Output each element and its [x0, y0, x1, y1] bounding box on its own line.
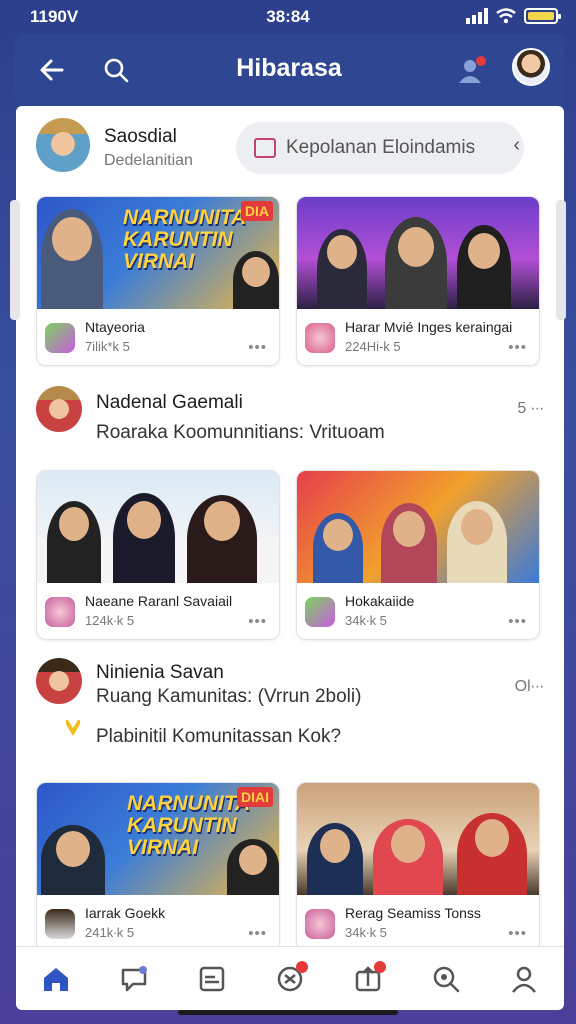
post-avatar[interactable]: [36, 658, 82, 704]
community-search-pill[interactable]: Kepolanan Eloindamis ‹: [236, 122, 524, 174]
card-banner-text: NARNUNITA KARUNTIN VIRNAI: [123, 206, 247, 273]
signal-icon: [466, 8, 488, 24]
feed-post[interactable]: Ninienia Savan Ruang Kamunitas: (Vrrun 2…: [16, 646, 564, 756]
header-avatar[interactable]: [512, 48, 550, 86]
community-icon: [305, 909, 335, 939]
card-stats: 224Hi-k 5: [345, 339, 401, 354]
profile-row: Saosdial Dedelanitian Kepolanan Eloindam…: [16, 106, 564, 186]
profile-subtitle: Dedelanitian: [104, 152, 193, 169]
notification-dot: [476, 56, 486, 66]
app-header: Hibarasa: [14, 34, 564, 106]
chat-icon: [121, 966, 147, 992]
post-more-button[interactable]: Ol∙∙∙: [515, 678, 544, 696]
card-title: Harar Mvié Inges keraingai: [345, 319, 513, 335]
community-card[interactable]: Rerag Seamiss Tonss 34k∙k 5 •••: [296, 782, 540, 946]
post-text-secondary: Plabinitil Komunitassan Kok?: [96, 726, 342, 747]
community-icon: [45, 597, 75, 627]
nav-share[interactable]: [348, 959, 388, 999]
community-card[interactable]: Hokakaiide 34k∙k 5 •••: [296, 470, 540, 640]
chevron-left-icon[interactable]: ‹: [513, 134, 520, 157]
post-avatar[interactable]: [36, 386, 82, 432]
card-stats: 34k∙k 5: [345, 613, 387, 628]
nav-chat[interactable]: [114, 959, 154, 999]
card-stats: 241k∙k 5: [85, 925, 135, 940]
community-card[interactable]: Harar Mvié Inges keraingai 224Hi-k 5 •••: [296, 196, 540, 366]
more-options-icon[interactable]: •••: [248, 339, 267, 356]
post-text: Ruang Kamunitas: (Vrrun 2boli): [96, 686, 362, 707]
card-title: Iarrak Goekk: [85, 905, 166, 921]
home-icon: [44, 968, 68, 991]
profile-name[interactable]: Saosdial: [104, 126, 177, 148]
document-icon: [254, 138, 276, 158]
more-options-icon[interactable]: •••: [248, 925, 267, 942]
card-stats: 124k∙k 5: [85, 613, 135, 628]
more-options-icon[interactable]: •••: [508, 613, 527, 630]
nav-profile[interactable]: [504, 959, 544, 999]
community-icon: [45, 909, 75, 939]
card-tag: DIAI: [237, 787, 273, 807]
card-title: Rerag Seamiss Tonss: [345, 905, 481, 921]
community-card[interactable]: NARNUNITA KARUNTIN VIRNAI DIAI Iarrak Go…: [36, 782, 280, 946]
notification-badge: [374, 961, 386, 973]
heart-icon: [65, 720, 81, 742]
card-stats: 34k∙k 5: [345, 925, 387, 940]
post-text: Roaraka Koomunnitians: Vrituoam: [96, 422, 385, 443]
community-icon: [305, 323, 335, 353]
status-icons: [466, 8, 561, 24]
community-icon: [305, 597, 335, 627]
community-icon: [45, 323, 75, 353]
community-card[interactable]: Naeane Raranl Savaiail 124k∙k 5 •••: [36, 470, 280, 640]
post-author[interactable]: Ninienia Savan: [96, 662, 224, 684]
profile-avatar[interactable]: [36, 118, 90, 172]
home-indicator: [178, 1010, 398, 1015]
nav-media[interactable]: [192, 959, 232, 999]
media-icon: [199, 966, 225, 992]
status-bar: 1190V 38:84: [0, 0, 576, 34]
more-options-icon[interactable]: •••: [508, 925, 527, 942]
card-thumbnail: NARNUNITA KARUNTIN VIRNAI DIA: [37, 197, 279, 309]
card-title: Naeane Raranl Savaiail: [85, 593, 233, 609]
profile-icon: [512, 966, 536, 993]
battery-icon: [524, 8, 561, 24]
card-thumbnail: [297, 197, 539, 309]
nav-explore[interactable]: [426, 959, 466, 999]
community-search-text: Kepolanan Eloindamis: [286, 137, 476, 158]
feed-post[interactable]: Nadenal Gaemali Roaraka Koomunnitians: V…: [16, 376, 564, 456]
wifi-icon: [496, 8, 516, 24]
friends-button[interactable]: [450, 50, 490, 90]
notification-badge: [296, 961, 308, 973]
card-thumbnail: NARNUNITA KARUNTIN VIRNAI DIAI: [37, 783, 279, 895]
feed-container: Saosdial Dedelanitian Kepolanan Eloindam…: [16, 106, 564, 946]
card-stats: 7ilik*k 5: [85, 339, 130, 354]
post-more-button[interactable]: 5 ∙∙∙: [517, 400, 544, 418]
side-peek-left: [10, 200, 20, 320]
side-peek-right: [556, 200, 566, 320]
card-thumbnail: [297, 471, 539, 583]
card-title: Ntayeoria: [85, 319, 145, 335]
more-options-icon[interactable]: •••: [508, 339, 527, 356]
nav-home[interactable]: [36, 959, 76, 999]
post-author[interactable]: Nadenal Gaemali: [96, 392, 243, 414]
explore-icon: [433, 966, 460, 993]
nav-games[interactable]: [270, 959, 310, 999]
community-card[interactable]: NARNUNITA KARUNTIN VIRNAI DIA Ntayeoria …: [36, 196, 280, 366]
more-options-icon[interactable]: •••: [248, 613, 267, 630]
card-thumbnail: [297, 783, 539, 895]
card-title: Hokakaiide: [345, 593, 415, 609]
card-tag: DIA: [240, 201, 273, 221]
card-thumbnail: [37, 471, 279, 583]
bottom-nav: [16, 946, 564, 1010]
